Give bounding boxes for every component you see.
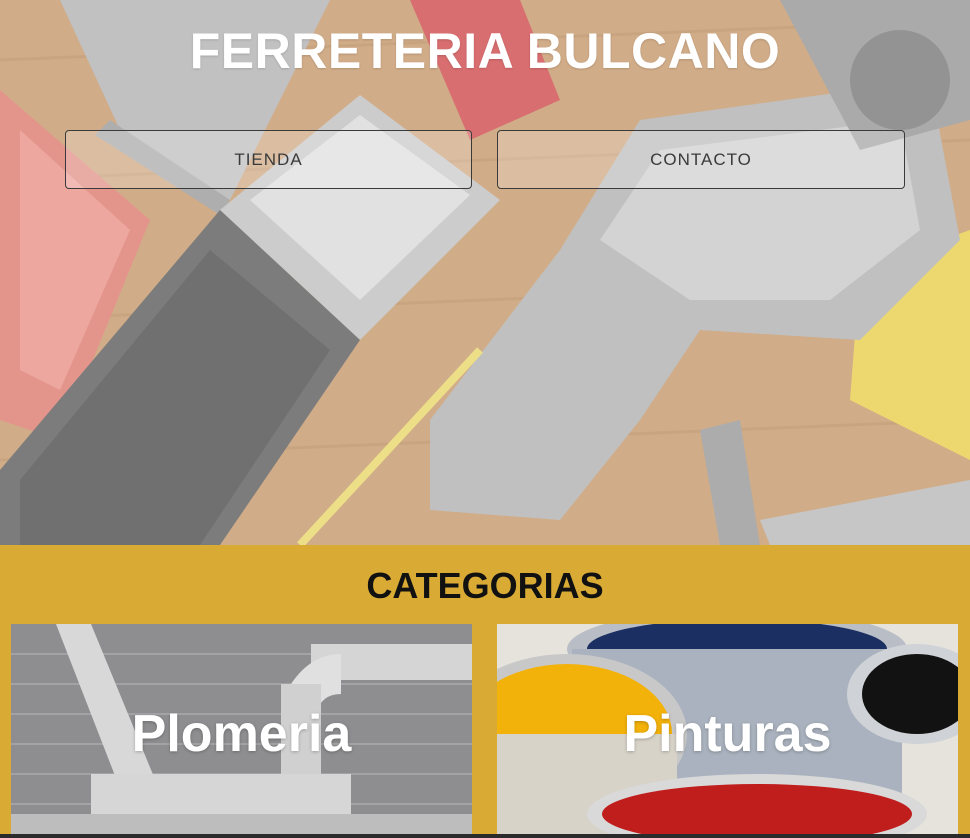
category-label-pinturas: Pinturas: [623, 705, 832, 763]
category-label-plomeria: Plomeria: [131, 705, 352, 763]
nav-contacto-button[interactable]: CONTACTO: [497, 130, 905, 189]
nav-tienda-button[interactable]: TIENDA: [65, 130, 472, 189]
categories-title: CATEGORIAS: [366, 565, 604, 606]
hero-banner: FERRETERIA BULCANO TIENDA CONTACTO: [0, 0, 970, 545]
hero-overlay: [0, 0, 970, 545]
categories-section: CATEGORIAS Plomeria Pinturas: [0, 545, 970, 838]
page-bottom-divider: [0, 834, 970, 838]
site-title: FERRETERIA BULCANO: [189, 23, 781, 79]
category-card-pinturas[interactable]: Pinturas: [497, 624, 958, 838]
category-card-plomeria[interactable]: Plomeria: [11, 624, 472, 838]
